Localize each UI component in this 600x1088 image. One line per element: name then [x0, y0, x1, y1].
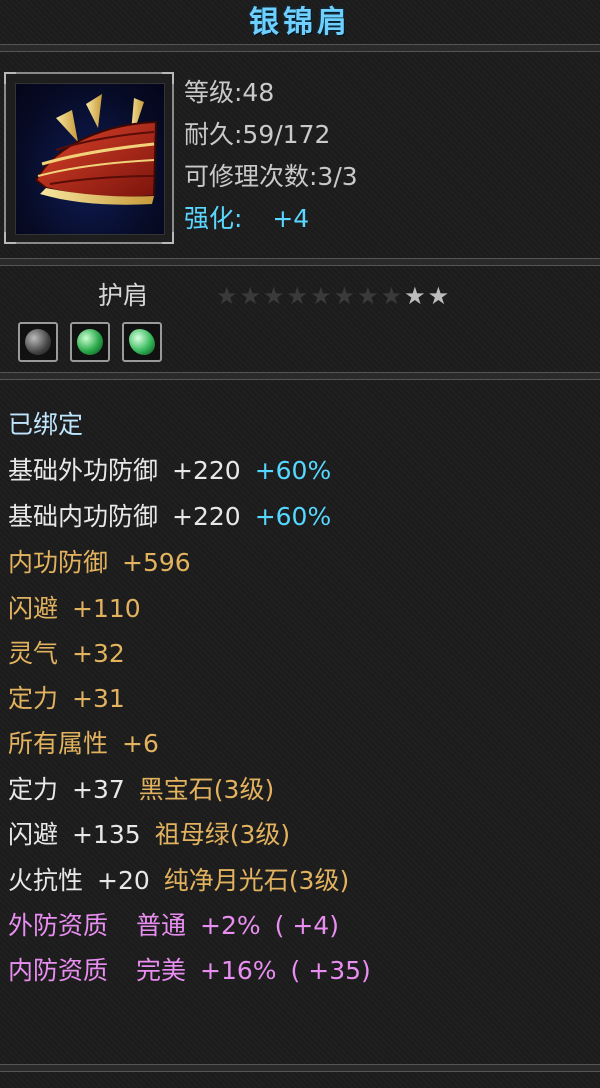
stat-name: 基础内功防御 — [8, 502, 159, 531]
attr-name: 闪避 — [8, 594, 59, 623]
quality-row: 内防资质 完美 +16% ( +35) — [8, 948, 371, 993]
item-icon-frame[interactable] — [4, 72, 174, 244]
attr-value: +596 — [122, 548, 191, 577]
attr-value: +32 — [72, 639, 125, 668]
quality-row: 外防资质 普通 +2% ( +4) — [8, 903, 339, 948]
quality-name: 内防资质 — [8, 956, 109, 985]
bound-status: 已绑定 — [8, 410, 84, 439]
star-icon: ★ — [310, 282, 334, 310]
item-name: 银锦肩 — [249, 5, 351, 40]
gem-name: 黑宝石(3级) — [138, 775, 275, 804]
stat-value: +220 — [172, 502, 241, 531]
gem-stat-value: +20 — [97, 866, 150, 895]
base-stat-row: 基础外功防御 +220 +60% — [8, 448, 331, 493]
green-gem-icon — [77, 329, 103, 355]
gem-name: 纯净月光石(3级) — [163, 866, 350, 895]
divider — [0, 44, 600, 52]
quality-value: ( +4) — [274, 911, 339, 940]
attr-name: 内功防御 — [8, 548, 109, 577]
item-enhance: 强化: +4 — [184, 198, 309, 240]
quality-name: 外防资质 — [8, 911, 109, 940]
gem-stat-name: 定力 — [8, 775, 59, 804]
quality-pct: +2% — [200, 911, 261, 940]
star-icon: ★ — [286, 282, 311, 310]
attr-name: 所有属性 — [8, 729, 109, 758]
star-rating: ★★★★★★★★★★ — [216, 282, 451, 312]
stat-bonus: +60% — [254, 502, 332, 531]
star-icon: ★ — [216, 282, 240, 310]
stat-value: +220 — [172, 456, 241, 485]
enhance-label: 强化: — [184, 204, 243, 233]
gem-stat-row: 闪避 +135 祖母绿(3级) — [8, 812, 290, 857]
gem-stat-name: 闪避 — [8, 820, 59, 849]
attribute-row: 闪避 +110 — [8, 586, 141, 631]
divider — [0, 258, 600, 266]
gem-stat-value: +37 — [72, 775, 125, 804]
enhance-value: +4 — [272, 204, 310, 233]
stat-name: 基础外功防御 — [8, 456, 159, 485]
divider — [0, 1064, 600, 1072]
socket-green-gem[interactable] — [122, 322, 162, 362]
stat-bonus: +60% — [254, 456, 332, 485]
item-repairs: 可修理次数:3/3 — [184, 162, 358, 191]
attr-value: +31 — [72, 684, 125, 713]
attribute-row: 内功防御 +596 — [8, 540, 191, 585]
black-gem-icon — [25, 329, 51, 355]
attr-value: +110 — [72, 594, 141, 623]
gem-stat-row: 火抗性 +20 纯净月光石(3级) — [8, 858, 349, 903]
divider — [0, 372, 600, 380]
gem-stat-name: 火抗性 — [8, 866, 84, 895]
attribute-row: 所有属性 +6 — [8, 721, 159, 766]
quality-grade: 普通 — [136, 911, 187, 940]
shoulder-armor-icon — [15, 83, 165, 235]
item-durability: 耐久:59/172 — [184, 120, 331, 149]
base-stat-row: 基础内功防御 +220 +60% — [8, 494, 331, 539]
socket-green-gem[interactable] — [70, 322, 110, 362]
gem-stat-value: +135 — [72, 820, 141, 849]
quality-pct: +16% — [200, 956, 277, 985]
attr-name: 灵气 — [8, 639, 59, 668]
star-icon: ★ — [404, 282, 428, 310]
star-icon: ★ — [380, 282, 405, 310]
quality-grade: 完美 — [136, 956, 187, 985]
star-icon: ★ — [357, 282, 381, 310]
quality-value: ( +35) — [290, 956, 371, 985]
attr-value: +6 — [122, 729, 159, 758]
socket-black-gem[interactable] — [18, 322, 58, 362]
star-icon: ★ — [263, 282, 287, 310]
attribute-row: 定力 +31 — [8, 676, 125, 721]
gem-stat-row: 定力 +37 黑宝石(3级) — [8, 767, 274, 812]
star-icon: ★ — [239, 282, 264, 310]
attribute-row: 灵气 +32 — [8, 631, 125, 676]
star-icon: ★ — [427, 282, 452, 310]
item-tooltip: 银锦肩 等级:48 耐久:59/172 可修理次数:3/3 强化: +4 护肩 … — [0, 0, 600, 1088]
star-icon: ★ — [333, 282, 358, 310]
item-type: 护肩 — [98, 281, 149, 310]
attr-name: 定力 — [8, 684, 59, 713]
gem-name: 祖母绿(3级) — [154, 820, 291, 849]
green-gem-icon — [129, 329, 155, 355]
item-level: 等级:48 — [184, 78, 275, 107]
